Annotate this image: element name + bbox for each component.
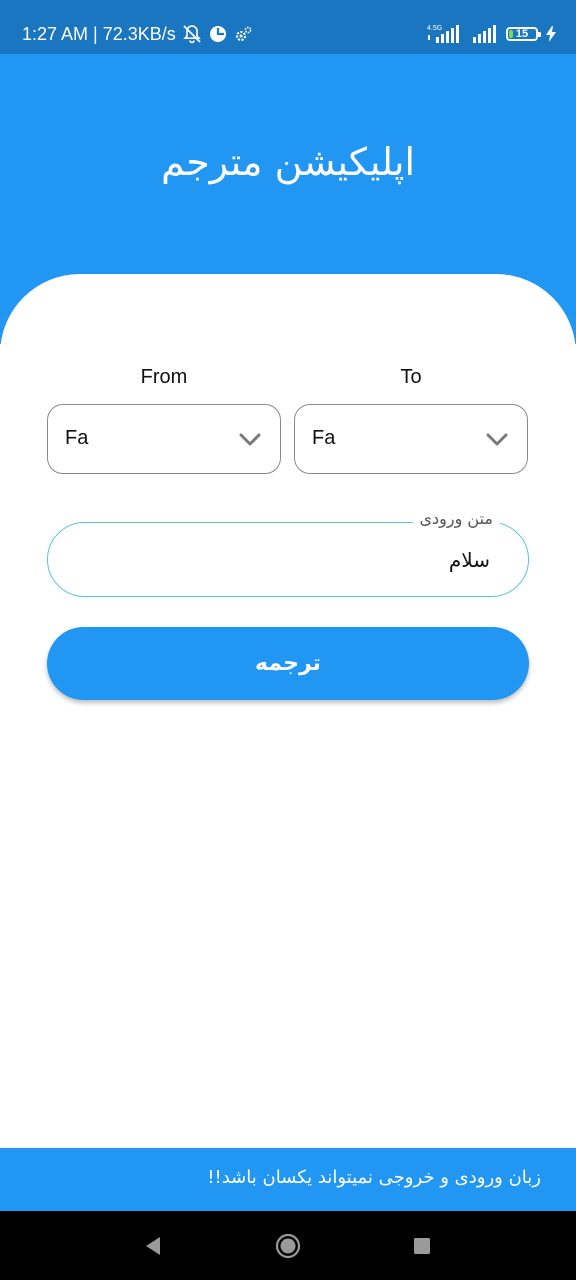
back-icon[interactable] [140, 1233, 166, 1259]
data-saver-icon [208, 24, 228, 44]
translate-button-label: ترجمه [255, 651, 321, 676]
from-language-dropdown[interactable]: Fa [47, 404, 281, 474]
snackbar-message: زبان ورودی و خروجی نمیتواند یکسان باشد!! [207, 1167, 541, 1188]
signal-icon [472, 24, 498, 44]
notifications-off-icon [182, 24, 202, 44]
from-language-label: From [140, 366, 188, 388]
status-right: 4.5G 15 [426, 22, 556, 46]
error-snackbar: زبان ورودی و خروجی نمیتواند یکسان باشد!! [0, 1148, 576, 1211]
status-time-speed: 1:27 AM | 72.3KB/s [22, 24, 176, 44]
charging-icon [546, 26, 556, 42]
to-language-label: To [400, 366, 422, 388]
to-language-dropdown[interactable]: Fa [294, 404, 528, 474]
network-label: 4.5G [427, 25, 442, 32]
to-language-value: Fa [312, 427, 336, 449]
input-text-field[interactable]: متن ورودی [47, 509, 529, 597]
status-bar: 1:27 AM | 72.3KB/s 4.5G 15 [0, 0, 576, 54]
signal-4g-icon: 4.5G [426, 23, 464, 45]
translator-screen: 1:27 AM | 72.3KB/s 4.5G 15 اپلیکیشن مترج… [0, 0, 576, 1280]
input-label: متن ورودی [412, 509, 500, 528]
navigation-bar [0, 1211, 576, 1280]
settings-icon [234, 25, 252, 43]
input-text[interactable] [68, 545, 490, 575]
chevron-down-icon [485, 430, 509, 450]
recents-icon[interactable] [409, 1233, 435, 1259]
from-language-value: Fa [65, 427, 89, 449]
battery-icon: 15 [506, 27, 541, 41]
chevron-down-icon [238, 430, 262, 450]
page-title: اپلیکیشن مترجم [160, 140, 416, 184]
status-left: 1:27 AM | 72.3KB/s [22, 22, 252, 46]
battery-level: 15 [515, 28, 529, 40]
home-icon[interactable] [275, 1233, 301, 1259]
translate-button[interactable]: ترجمه [47, 627, 529, 700]
